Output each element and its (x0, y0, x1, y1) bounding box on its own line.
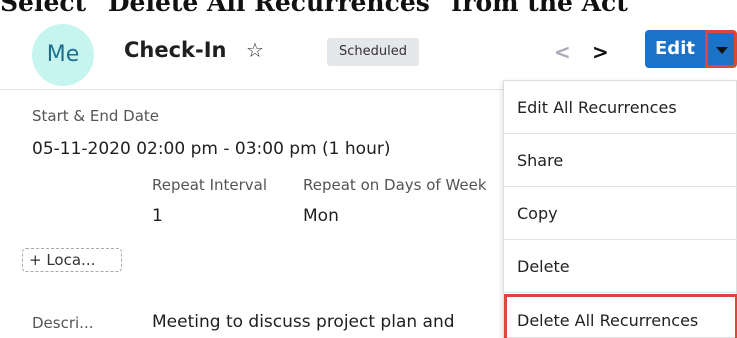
star-icon[interactable]: ☆ (246, 38, 264, 62)
repeat-days-label: Repeat on Days of Week (303, 176, 487, 194)
repeat-days-value[interactable]: Mon (303, 206, 339, 226)
record-name: Check-In (124, 38, 227, 62)
repeat-interval-value[interactable]: 1 (152, 206, 163, 226)
chevron-right-icon[interactable]: > (592, 40, 609, 64)
menu-item-share[interactable]: Share (504, 134, 737, 187)
actions-menu: Edit All Recurrences Share Copy Delete D… (503, 80, 737, 338)
edit-button[interactable]: Edit (645, 30, 705, 68)
actions-dropdown-button[interactable] (705, 30, 737, 68)
repeat-interval-label: Repeat Interval (152, 176, 268, 194)
menu-item-copy[interactable]: Copy (504, 187, 737, 240)
add-location-button[interactable]: + Loca... (22, 248, 122, 272)
description-value[interactable]: Meeting to discuss project plan and (152, 312, 455, 332)
avatar[interactable]: Me (32, 24, 94, 86)
menu-item-delete-all-recurrences[interactable]: Delete All Recurrences (504, 294, 737, 338)
status-badge: Scheduled (327, 38, 419, 66)
description-label: Descri... (32, 314, 94, 332)
caret-down-icon (716, 47, 728, 54)
start-end-date-value[interactable]: 05-11-2020 02:00 pm - 03:00 pm (1 hour) (32, 139, 390, 159)
chevron-left-icon[interactable]: < (554, 40, 571, 64)
instruction-caption: Select "Delete All Recurrences" from the… (0, 0, 628, 17)
start-end-date-label: Start & End Date (32, 107, 160, 125)
menu-item-edit-all-recurrences[interactable]: Edit All Recurrences (504, 81, 737, 134)
menu-item-delete[interactable]: Delete (504, 240, 737, 293)
